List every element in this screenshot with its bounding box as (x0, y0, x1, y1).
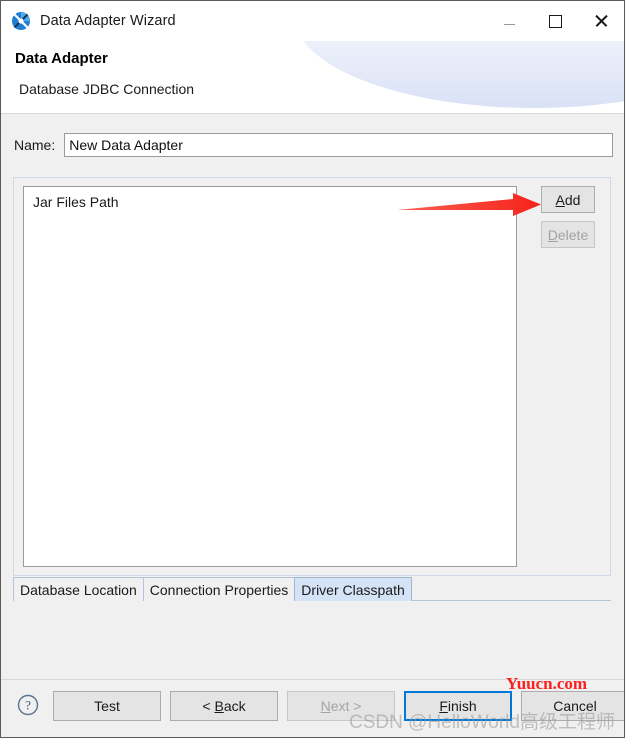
maximize-icon[interactable] (532, 1, 578, 41)
delete-button-label-rest: elete (557, 226, 589, 243)
data-adapter-wizard-window: Data Adapter Wizard Data Adapter Databas… (0, 0, 625, 738)
add-button[interactable]: Add (541, 186, 595, 213)
jar-files-list[interactable]: Jar Files Path (23, 186, 517, 567)
tab-database-location[interactable]: Database Location (13, 577, 144, 601)
minimize-icon[interactable] (486, 1, 532, 41)
name-input[interactable] (64, 133, 614, 157)
help-icon[interactable]: ? (17, 694, 39, 716)
driver-classpath-panel: Jar Files Path Add Delete (13, 177, 611, 576)
page-subtitle: Database JDBC Connection (19, 81, 195, 97)
tab-bar: Database Location Connection Properties … (13, 575, 611, 601)
tab-connection-properties[interactable]: Connection Properties (142, 577, 296, 601)
classpath-actions: Add Delete (541, 186, 603, 248)
jar-files-path-header: Jar Files Path (33, 194, 119, 210)
window-title: Data Adapter Wizard (40, 13, 176, 29)
header-decoration (294, 41, 624, 108)
delete-button: Delete (541, 221, 595, 248)
header-divider (1, 113, 624, 114)
back-button[interactable]: < Back (170, 691, 278, 721)
watermark-yuucn: Yuucn.com (506, 674, 588, 693)
test-button[interactable]: Test (53, 691, 161, 721)
wizard-body: Name: Jar Files Path Add Delete Database… (1, 114, 624, 679)
name-label: Name: (14, 137, 56, 153)
close-icon[interactable] (578, 1, 624, 41)
watermark-csdn: CSDN @HelloWorld高级工程师 (349, 712, 615, 733)
data-adapter-icon (11, 11, 31, 31)
add-button-label-rest: dd (564, 191, 581, 208)
tab-bar-filler (410, 577, 611, 601)
page-title: Data Adapter (15, 50, 108, 67)
svg-text:?: ? (25, 698, 31, 713)
title-bar: Data Adapter Wizard (1, 1, 624, 41)
wizard-header: Data Adapter Database JDBC Connection (1, 41, 624, 114)
name-row: Name: (1, 132, 624, 158)
tab-driver-classpath[interactable]: Driver Classpath (294, 577, 412, 601)
window-controls (486, 1, 624, 41)
